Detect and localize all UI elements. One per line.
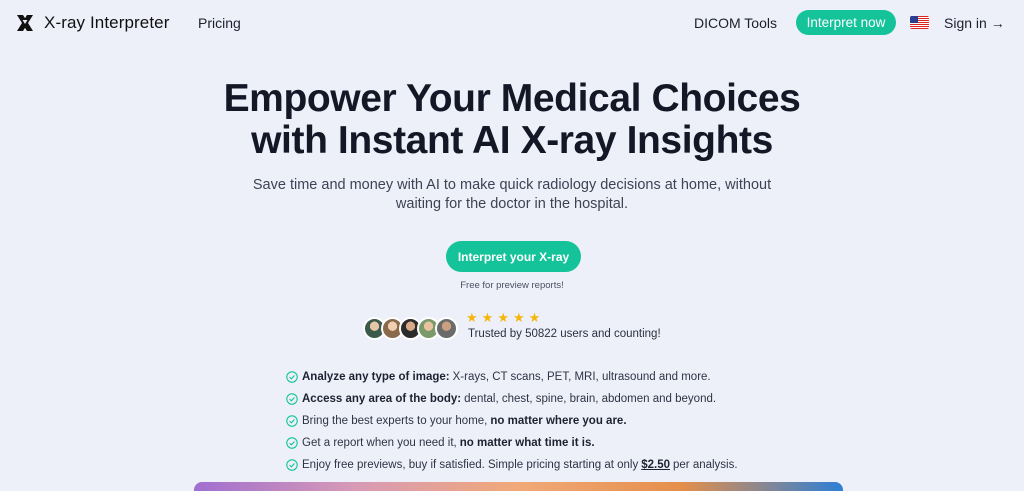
list-item: Analyze any type of image: X-rays, CT sc… [286, 366, 738, 388]
trusted-count-text: Trusted by 50822 users and counting! [468, 328, 661, 340]
avatar [435, 317, 458, 340]
sign-in-link[interactable]: Sign in → [944, 15, 1005, 31]
page-title: Empower Your Medical Choices with Instan… [0, 78, 1024, 162]
price-link[interactable]: $2.50 [641, 459, 670, 471]
interpret-now-button[interactable]: Interpret now [796, 10, 896, 35]
nav-dicom-tools-link[interactable]: DICOM Tools [694, 15, 777, 31]
feature-bold: no matter where you are. [490, 415, 627, 427]
feature-text: Bring the best experts to your home, [302, 415, 488, 427]
headline-line-1: Empower Your Medical Choices [223, 77, 801, 120]
x-logo-icon [17, 15, 33, 31]
user-avatars [363, 317, 463, 341]
check-circle-icon [286, 415, 298, 427]
star-icon: ★ [528, 310, 541, 325]
check-circle-icon [286, 371, 298, 383]
landing-page: X-ray Interpreter Pricing DICOM Tools In… [0, 0, 1024, 491]
nav-pricing-link[interactable]: Pricing [198, 15, 241, 31]
headline-line-2: with Instant AI X-ray Insights [251, 119, 773, 162]
list-item: Get a report when you need it, no matter… [286, 432, 738, 454]
check-circle-icon [286, 393, 298, 405]
us-flag-icon[interactable] [910, 16, 929, 29]
check-circle-icon [286, 437, 298, 449]
interpret-xray-button[interactable]: Interpret your X-ray [446, 241, 581, 272]
star-icon: ★ [481, 310, 494, 325]
feature-suffix: per analysis. [673, 459, 738, 471]
feature-bold: Analyze any type of image: [302, 371, 450, 383]
star-icon: ★ [466, 310, 478, 325]
feature-bold: no matter what time it is. [459, 437, 595, 449]
feature-text: Get a report when you need it, [302, 437, 457, 449]
brand-logo[interactable]: X-ray Interpreter [15, 13, 169, 33]
list-item: Access any area of the body: dental, che… [286, 388, 738, 410]
feature-list: Analyze any type of image: X-rays, CT sc… [286, 366, 738, 476]
rating-stars: ★ ★ ★ ★ ★ [466, 311, 540, 324]
hero-subtitle: Save time and money with AI to make quic… [0, 176, 1024, 214]
feature-bold: Access any area of the body: [302, 393, 462, 405]
subhead-line-2: waiting for the doctor in the hospital. [395, 196, 629, 212]
feature-text: dental, chest, spine, brain, abdomen and… [464, 393, 717, 405]
preview-card [194, 482, 843, 491]
brand-name: X-ray Interpreter [44, 13, 170, 32]
star-icon: ★ [512, 310, 525, 325]
feature-text: X-rays, CT scans, PET, MRI, ultrasound a… [452, 371, 711, 383]
feature-text: Enjoy free previews, buy if satisfied. S… [302, 459, 639, 471]
top-nav: X-ray Interpreter Pricing DICOM Tools In… [0, 0, 1024, 46]
free-preview-note: Free for preview reports! [460, 280, 564, 291]
star-icon: ★ [497, 310, 509, 325]
list-item: Bring the best experts to your home, no … [286, 410, 738, 432]
subhead-line-1: Save time and money with AI to make quic… [252, 177, 772, 193]
check-circle-icon [286, 459, 298, 471]
list-item: Enjoy free previews, buy if satisfied. S… [286, 454, 738, 476]
